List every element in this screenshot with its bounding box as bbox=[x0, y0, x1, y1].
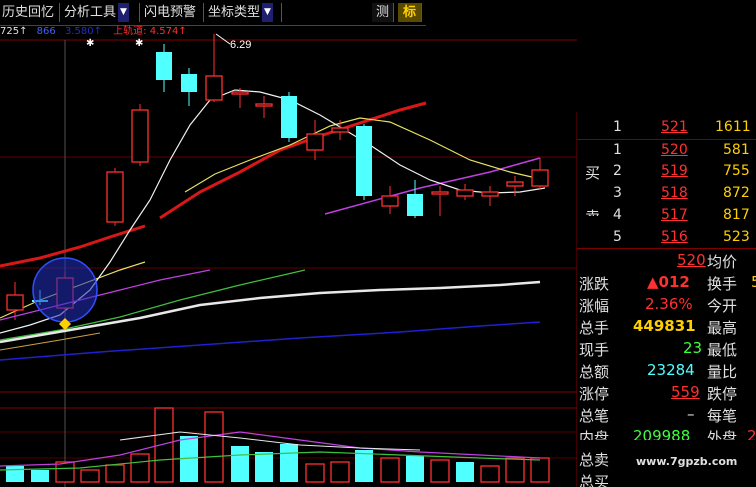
candle bbox=[131, 104, 149, 166]
stat-row: 总买 bbox=[579, 473, 610, 487]
indicator-value-2: 866 bbox=[36, 26, 56, 37]
highlight-circle bbox=[32, 257, 98, 323]
candle bbox=[531, 158, 549, 190]
stat-row: 涨幅 2.36% 今开 bbox=[579, 295, 738, 315]
volume-bar bbox=[355, 450, 373, 482]
toolbar: 历史回忆 分析工具 ▼ 闪电预警 坐标类型 ▼ 测 标 bbox=[0, 0, 426, 26]
volume-bar bbox=[255, 452, 273, 482]
high-price-label: 6.29 bbox=[230, 39, 251, 51]
volume-bar bbox=[456, 462, 474, 482]
dropdown-arrow-icon[interactable]: ▼ bbox=[262, 3, 274, 22]
volume-bar bbox=[530, 457, 550, 483]
candle bbox=[205, 34, 223, 102]
volume-bar bbox=[204, 411, 224, 483]
orderbook-row[interactable]: 5 516 523 bbox=[577, 227, 756, 249]
orderbook-row[interactable]: 2 519 755 bbox=[577, 161, 756, 183]
volume-bar bbox=[105, 464, 125, 483]
volume-bar bbox=[330, 461, 350, 483]
candle bbox=[456, 184, 474, 200]
volume-bar bbox=[31, 470, 49, 482]
coordinate-type-menu[interactable]: 坐标类型 ▼ bbox=[206, 3, 282, 22]
orderbook-row[interactable]: 3 518 872 bbox=[577, 183, 756, 205]
candle bbox=[255, 96, 273, 118]
history-button[interactable]: 历史回忆 bbox=[0, 3, 60, 22]
candle bbox=[481, 186, 499, 206]
stock-chart-window: 6.29 ✱ ✱ 历史回忆 分析工具 ▼ 闪电预警 坐标类型 ▼ 测 标 725↑ … bbox=[0, 0, 756, 487]
indicator-value-1: 725↑ bbox=[0, 26, 28, 37]
stats-panel: 520 均价 涨跌 ▲012 换手 5 涨幅 2.36% 今开 总手 44983… bbox=[577, 248, 756, 487]
indicator-readout: 725↑ 866 3.580↑ 上轨道: 4.574↑ bbox=[0, 25, 430, 39]
orderbook-row[interactable]: 1 520 581 bbox=[577, 139, 756, 162]
stat-row: 涨跌 ▲012 换手 5 bbox=[579, 273, 756, 293]
upper-band-value: 4.574↑ bbox=[149, 26, 187, 37]
stat-row: 总手 449831 最高 bbox=[579, 317, 738, 337]
orderbook-row[interactable]: 4 517 817 bbox=[577, 205, 756, 227]
dropdown-arrow-icon[interactable]: ▼ bbox=[118, 3, 130, 22]
candle bbox=[181, 68, 197, 106]
volume-bar bbox=[231, 446, 249, 482]
star-marker: ✱ bbox=[86, 38, 94, 49]
candle bbox=[281, 92, 297, 142]
stat-row: 现手 23 最低 bbox=[579, 339, 738, 359]
analysis-tools-menu[interactable]: 分析工具 ▼ bbox=[62, 3, 140, 22]
stat-row: 总额 23284 量比 bbox=[579, 361, 738, 381]
candle bbox=[156, 44, 172, 92]
candle bbox=[506, 176, 524, 196]
indicator-value-3: 3.580↑ bbox=[64, 26, 102, 37]
volume-bar bbox=[380, 457, 400, 483]
orderbook-row[interactable]: 1 521 1611 bbox=[577, 117, 756, 139]
volume-bar bbox=[6, 466, 24, 482]
volume-bar bbox=[55, 461, 75, 483]
stat-row: 520 均价 bbox=[677, 251, 738, 271]
mark-button[interactable]: 标 bbox=[398, 3, 422, 22]
volume-bar bbox=[430, 459, 450, 483]
volume-bar bbox=[305, 463, 325, 483]
stat-row: 内盘 209988 外盘 23 bbox=[579, 427, 756, 440]
volume-bar bbox=[480, 465, 500, 483]
stat-row: 涨停 559 跌停 bbox=[579, 383, 738, 403]
volume-bar bbox=[406, 456, 424, 482]
stat-row: 总笔 – 每笔 bbox=[579, 405, 738, 425]
candle bbox=[306, 120, 324, 160]
watermark: www.7gpzb.com bbox=[636, 455, 738, 468]
flash-alert-button[interactable]: 闪电预警 bbox=[142, 3, 204, 22]
upper-band-label: 上轨道: bbox=[113, 26, 147, 37]
ma-magenta-lower bbox=[0, 269, 211, 321]
candle bbox=[356, 124, 372, 200]
candle bbox=[381, 186, 399, 214]
volume-series bbox=[6, 407, 550, 483]
ma-orange-lower bbox=[0, 332, 101, 351]
candle bbox=[407, 180, 423, 218]
volume-bar bbox=[130, 453, 150, 483]
volume-bar bbox=[280, 444, 298, 482]
measure-button[interactable]: 测 bbox=[372, 3, 394, 22]
volume-bar bbox=[505, 457, 525, 483]
candle bbox=[431, 186, 449, 216]
candle bbox=[106, 168, 124, 226]
volume-bar bbox=[80, 469, 100, 483]
star-marker-2: ✱ bbox=[135, 38, 143, 49]
